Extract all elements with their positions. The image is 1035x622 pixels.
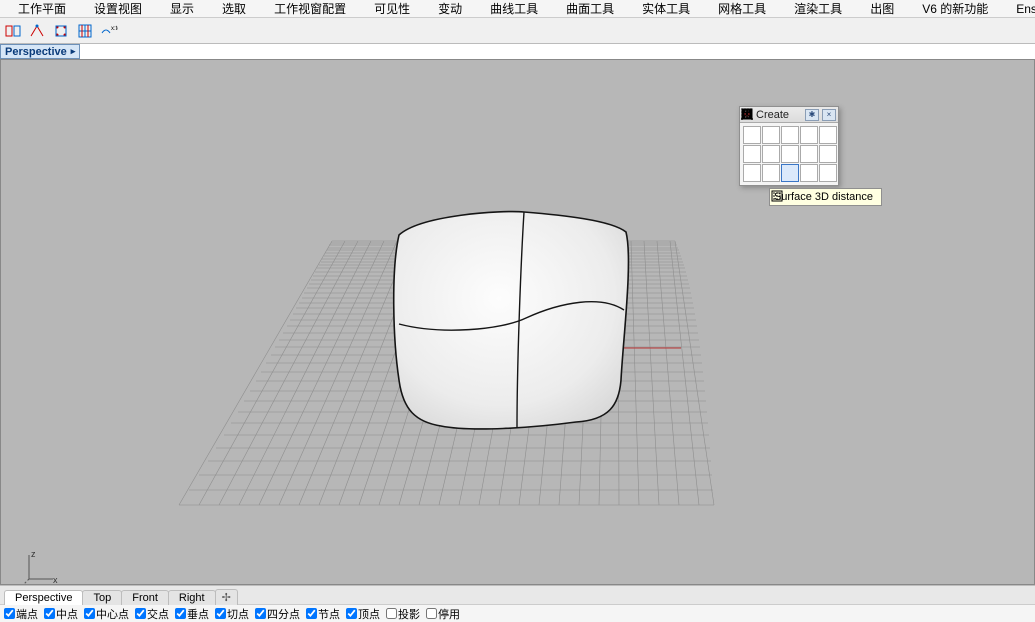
panel-tool-row2-1[interactable] (743, 145, 761, 163)
panel-header[interactable]: Create ✱ × (740, 107, 838, 123)
toolbar: x:test (0, 18, 1035, 44)
tooltip: Surface 3D distance (769, 188, 882, 206)
osnap-end[interactable]: 端点 (4, 606, 38, 622)
viewport-title-label: Perspective (5, 46, 67, 58)
osnap-vertex[interactable]: 顶点 (346, 606, 380, 622)
osnap-cen[interactable]: 中心点 (84, 606, 129, 622)
viewtab-right[interactable]: Right (168, 590, 216, 605)
osnap-int[interactable]: 交点 (135, 606, 169, 622)
panel-tool-grid-box[interactable] (800, 126, 818, 144)
menu-bar: 工作平面 设置视图 显示 选取 工作视窗配置 可见性 变动 曲线工具 曲面工具 … (0, 0, 1035, 18)
osnap-disable[interactable]: 停用 (426, 606, 460, 622)
menu-item-3[interactable]: 选取 (208, 0, 260, 18)
viewport-container: Perspective ▸ (0, 44, 1035, 585)
panel-gear-icon[interactable]: ✱ (805, 109, 819, 121)
panel-tool-row3-1[interactable] (743, 164, 761, 182)
menu-item-11[interactable]: 渲染工具 (780, 0, 856, 18)
viewport-title-bar[interactable]: Perspective ▸ (0, 44, 80, 59)
menu-item-10[interactable]: 网格工具 (704, 0, 780, 18)
panel-body (740, 123, 838, 185)
osnap-bar: 端点 中点 中心点 交点 垂点 切点 四分点 节点 顶点 投影 停用 (0, 604, 1035, 622)
menu-item-14[interactable]: Enscape (1002, 1, 1035, 17)
svg-text:x: x (53, 575, 58, 585)
panel-tool-row2-4[interactable] (800, 145, 818, 163)
toolbar-btn-5[interactable]: x:test (100, 22, 118, 40)
panel-tool-arc-points[interactable] (762, 126, 780, 144)
menu-item-9[interactable]: 实体工具 (628, 0, 704, 18)
panel-tool-row3-4[interactable] (800, 164, 818, 182)
menu-item-8[interactable]: 曲面工具 (552, 0, 628, 18)
viewport-dropdown-icon[interactable]: ▸ (71, 46, 76, 57)
svg-text:x:test: x:test (111, 26, 118, 32)
osnap-knot[interactable]: 节点 (306, 606, 340, 622)
viewtab-perspective[interactable]: Perspective (4, 590, 83, 605)
menu-item-5[interactable]: 可见性 (360, 0, 424, 18)
panel-tool-grid-skew[interactable] (819, 126, 837, 144)
svg-text:z: z (31, 549, 36, 559)
osnap-tan[interactable]: 切点 (215, 606, 249, 622)
viewport-tabs: Perspective Top Front Right ✢ (0, 585, 1035, 604)
viewtab-add[interactable]: ✢ (215, 589, 238, 605)
osnap-project[interactable]: 投影 (386, 606, 420, 622)
panel-tool-surface-3d-distance[interactable] (781, 164, 799, 182)
toolbar-btn-1[interactable] (4, 22, 22, 40)
panel-tool-row2-2[interactable] (762, 145, 780, 163)
panel-close-icon[interactable]: × (822, 109, 836, 121)
panel-title: Create (754, 109, 802, 121)
osnap-quad[interactable]: 四分点 (255, 606, 300, 622)
osnap-mid[interactable]: 中点 (44, 606, 78, 622)
menu-item-4[interactable]: 工作视窗配置 (260, 0, 360, 18)
viewtab-top[interactable]: Top (82, 590, 122, 605)
menu-item-1[interactable]: 设置视图 (80, 0, 156, 18)
viewport-3d[interactable]: z x Create ✱ × (0, 59, 1035, 585)
panel-tool-row3-2[interactable] (762, 164, 780, 182)
menu-item-13[interactable]: V6 的新功能 (908, 0, 1002, 18)
tooltip-text: Surface 3D distance (774, 191, 873, 203)
toolbar-btn-4[interactable] (76, 22, 94, 40)
menu-item-7[interactable]: 曲线工具 (476, 0, 552, 18)
panel-tool-row2-3[interactable] (781, 145, 799, 163)
menu-item-6[interactable]: 变动 (424, 0, 476, 18)
menu-item-2[interactable]: 显示 (156, 0, 208, 18)
osnap-perp[interactable]: 垂点 (175, 606, 209, 622)
toolbar-btn-3[interactable] (52, 22, 70, 40)
panel-tool-points-grid[interactable] (743, 126, 761, 144)
menu-item-0[interactable]: 工作平面 (4, 0, 80, 18)
panel-tool-row3-5[interactable] (819, 164, 837, 182)
panel-tool-dotgrid-dense[interactable] (781, 126, 799, 144)
viewtab-front[interactable]: Front (121, 590, 169, 605)
panel-tool-row2-5[interactable] (819, 145, 837, 163)
tooltip-icon (770, 189, 784, 203)
menu-item-12[interactable]: 出图 (856, 0, 908, 18)
paneling-create-panel[interactable]: Create ✱ × (739, 106, 839, 186)
toolbar-btn-2[interactable] (28, 22, 46, 40)
